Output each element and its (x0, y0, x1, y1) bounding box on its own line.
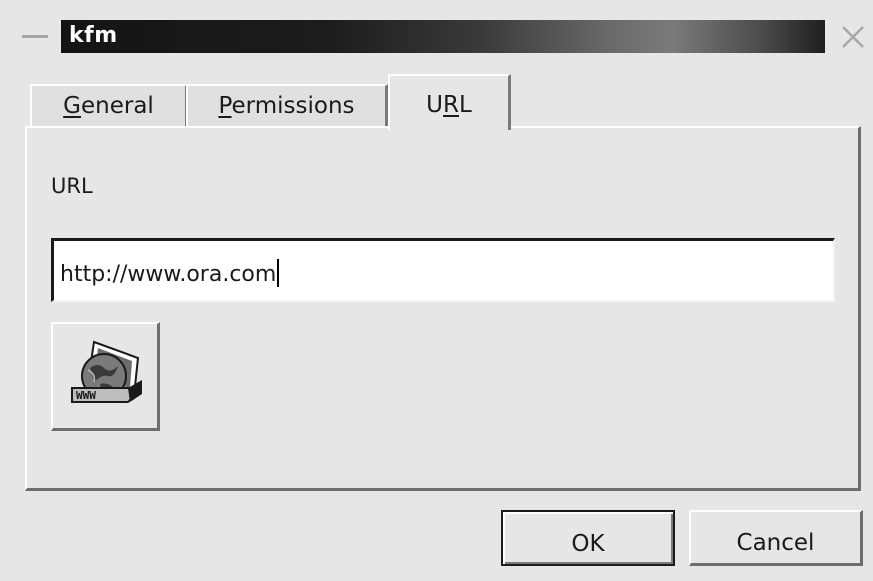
title-strip[interactable]: kfm (61, 20, 825, 53)
properties-dialog: kfm General Permissions URL URL http://w… (0, 0, 873, 581)
svg-text:WWW: WWW (76, 389, 96, 402)
cancel-button[interactable]: Cancel (689, 510, 863, 566)
tab-permissions[interactable]: Permissions (186, 84, 388, 128)
www-globe-icon: WWW (71, 340, 142, 403)
tab-permissions-mnemonic: P (218, 93, 232, 119)
window-title: kfm (69, 23, 118, 48)
close-icon[interactable] (836, 20, 870, 54)
url-tab-panel: URL http://www.ora.com WWW (25, 126, 861, 491)
tab-permissions-label: ermissions (231, 93, 355, 119)
url-input-value: http://www.ora.com (60, 262, 277, 287)
url-icon-button[interactable]: WWW (51, 322, 160, 431)
tab-url-mnemonic: R (443, 92, 459, 118)
title-bar[interactable]: kfm (0, 0, 873, 72)
tab-url-label-start: U (426, 92, 444, 118)
url-label: URL (51, 174, 93, 198)
ok-button[interactable]: OK (501, 510, 675, 566)
tab-general-mnemonic: G (63, 93, 81, 119)
text-caret (277, 259, 280, 287)
minimize-icon[interactable] (20, 22, 50, 52)
tab-general-label: eneral (81, 93, 154, 119)
tab-general[interactable]: General (30, 84, 188, 128)
url-input[interactable]: http://www.ora.com (51, 238, 835, 302)
tab-url[interactable]: URL (388, 74, 511, 130)
tab-url-label-end: L (459, 92, 472, 118)
